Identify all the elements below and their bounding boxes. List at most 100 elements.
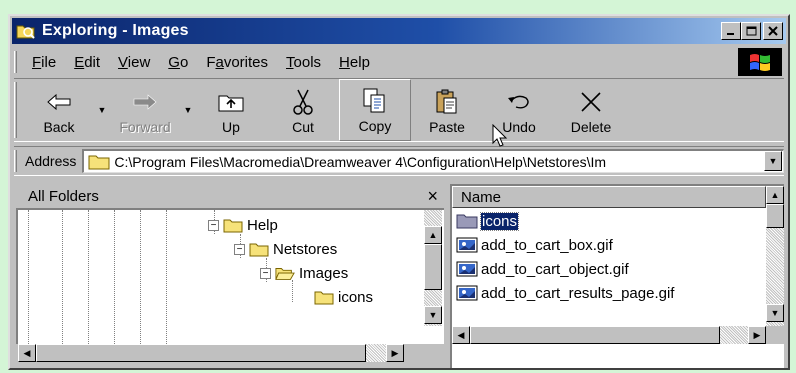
menu-help[interactable]: Help: [330, 54, 379, 71]
menu-favorites[interactable]: Favorites: [197, 54, 277, 71]
tree-item-icons[interactable]: icons: [314, 286, 373, 308]
address-label: Address: [25, 153, 77, 169]
back-history-dropdown[interactable]: ▼: [95, 79, 109, 141]
scroll-left-button[interactable]: ◀: [18, 344, 36, 362]
delete-button[interactable]: Delete: [555, 79, 627, 141]
standard-toolbar: Back ▼ Forward ▼ Up Cut Copy Paste Undo …: [14, 78, 784, 142]
paste-label: Paste: [429, 119, 465, 135]
address-value: C:\Program Files\Macromedia\Dreamweaver …: [114, 153, 607, 170]
scissors-icon: [288, 88, 318, 116]
scroll-right-button[interactable]: ▶: [748, 326, 766, 344]
folder-icon: [314, 291, 334, 304]
back-button[interactable]: Back: [23, 79, 95, 141]
folder-icon: [456, 214, 478, 229]
explorer-icon: [16, 22, 36, 40]
collapse-toggle[interactable]: −: [234, 243, 245, 255]
up-button[interactable]: Up: [195, 79, 267, 141]
image-file-icon: [456, 285, 478, 301]
forward-button[interactable]: Forward: [109, 79, 181, 141]
mouse-cursor-icon: [492, 124, 508, 147]
up-folder-icon: [216, 88, 246, 116]
scroll-thumb[interactable]: [470, 326, 720, 344]
file-list-pane: Name icons add_to_cart_box.gif add_to_ca…: [450, 184, 784, 368]
image-file-icon: [456, 237, 478, 253]
menu-bar: File Edit View Go Favorites Tools Help: [14, 48, 784, 76]
tree-item-help[interactable]: − Help: [208, 214, 278, 236]
forward-history-dropdown[interactable]: ▼: [181, 79, 195, 141]
folders-pane-title: All Folders: [28, 187, 99, 205]
folder-icon: [88, 155, 110, 169]
tree-item-images[interactable]: − Images: [260, 262, 348, 284]
back-arrow-icon: [44, 88, 74, 116]
tree-guide-line: [114, 210, 115, 344]
collapse-toggle[interactable]: −: [260, 267, 271, 279]
copy-icon: [360, 87, 390, 115]
scroll-down-button[interactable]: ▼: [766, 304, 784, 322]
delete-x-icon: [576, 88, 606, 116]
collapse-toggle[interactable]: −: [208, 219, 219, 231]
tree-guide-line: [166, 210, 167, 344]
file-item-gif[interactable]: add_to_cart_results_page.gif: [456, 282, 674, 304]
menu-edit[interactable]: Edit: [65, 54, 109, 71]
address-bar: Address C:\Program Files\Macromedia\Drea…: [14, 146, 784, 176]
tree-item-netstores[interactable]: − Netstores: [234, 238, 337, 260]
forward-label: Forward: [119, 119, 171, 135]
close-button[interactable]: [763, 22, 783, 40]
delete-label: Delete: [570, 119, 612, 135]
file-list-horizontal-scrollbar[interactable]: ◀ ▶: [452, 326, 766, 344]
minimize-button[interactable]: [721, 22, 741, 40]
folders-pane-close-button[interactable]: ×: [427, 186, 438, 207]
image-file-icon: [456, 261, 478, 277]
tree-horizontal-scrollbar[interactable]: ◀ ▶: [18, 344, 404, 362]
address-input[interactable]: C:\Program Files\Macromedia\Dreamweaver …: [82, 149, 784, 173]
folder-tree: − Help − Netstores − Images icons ▲ ▼: [16, 208, 444, 344]
cut-label: Cut: [292, 119, 314, 135]
scroll-corner: [766, 326, 784, 344]
scroll-down-button[interactable]: ▼: [424, 306, 442, 324]
tree-vertical-scrollbar[interactable]: ▲ ▼: [424, 210, 442, 326]
title-bar[interactable]: Exploring - Images: [12, 18, 786, 44]
scroll-right-button[interactable]: ▶: [386, 344, 404, 362]
paste-button[interactable]: Paste: [411, 79, 483, 141]
window-title: Exploring - Images: [42, 22, 189, 39]
tree-guide-line: [140, 210, 141, 344]
toolbar-grip[interactable]: [14, 82, 17, 138]
menu-view[interactable]: View: [109, 54, 159, 71]
file-list: Name icons add_to_cart_box.gif add_to_ca…: [450, 184, 784, 368]
folder-icon: [223, 219, 243, 232]
up-label: Up: [222, 119, 240, 135]
scroll-thumb[interactable]: [36, 344, 366, 362]
copy-label: Copy: [358, 118, 392, 134]
scroll-up-button[interactable]: ▲: [766, 186, 784, 204]
maximize-button[interactable]: [741, 22, 761, 40]
folders-pane-header: All Folders ×: [16, 184, 444, 208]
menu-grip[interactable]: [14, 51, 17, 73]
file-item-icons[interactable]: icons: [456, 210, 520, 232]
tree-guide-line: [88, 210, 89, 344]
menu-tools[interactable]: Tools: [277, 54, 330, 71]
explorer-window: Exploring - Images File Edit View Go Fav…: [8, 14, 790, 370]
tree-guide-line: [28, 210, 29, 344]
scroll-up-button[interactable]: ▲: [424, 226, 442, 244]
address-grip[interactable]: [14, 150, 17, 172]
scroll-thumb[interactable]: [766, 204, 784, 228]
scroll-thumb[interactable]: [424, 244, 442, 290]
address-dropdown-button[interactable]: ▼: [764, 151, 782, 171]
cut-button[interactable]: Cut: [267, 79, 339, 141]
folders-pane: All Folders × − Help − Netstores − Image…: [16, 184, 444, 368]
file-item-gif[interactable]: add_to_cart_object.gif: [456, 258, 629, 280]
back-label: Back: [43, 119, 75, 135]
menu-file[interactable]: File: [23, 54, 65, 71]
undo-icon: [504, 88, 534, 116]
scroll-left-button[interactable]: ◀: [452, 326, 470, 344]
clipboard-icon: [432, 88, 462, 116]
menu-go[interactable]: Go: [159, 54, 197, 71]
file-item-gif[interactable]: add_to_cart_box.gif: [456, 234, 613, 256]
copy-button[interactable]: Copy: [339, 79, 411, 141]
name-column-header[interactable]: Name: [452, 186, 766, 208]
forward-arrow-icon: [130, 88, 160, 116]
file-list-vertical-scrollbar[interactable]: ▲ ▼: [766, 186, 784, 326]
folder-icon: [249, 243, 269, 256]
tree-guide-line: [62, 210, 63, 344]
windows-logo-icon: [738, 48, 782, 76]
